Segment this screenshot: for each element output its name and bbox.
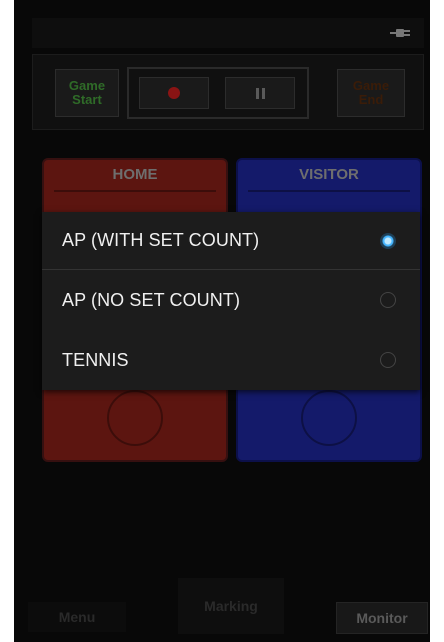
- status-bar: [32, 18, 424, 48]
- record-button[interactable]: [139, 77, 209, 109]
- monitor-label: Monitor: [356, 610, 408, 626]
- pause-icon: [255, 87, 265, 99]
- option-label: AP (NO SET COUNT): [62, 289, 241, 310]
- record-button-group: [127, 67, 309, 119]
- recording-control-panel: Game Start Game End: [32, 54, 424, 130]
- visitor-divider: [248, 190, 410, 192]
- record-icon: [168, 87, 180, 99]
- marking-button[interactable]: Marking: [178, 578, 284, 634]
- home-team-title: HOME: [112, 166, 158, 183]
- radio-unselected-icon[interactable]: [380, 352, 396, 368]
- game-start-label: Game Start: [68, 78, 106, 107]
- visitor-add-point-button[interactable]: [301, 390, 357, 446]
- marking-label: Marking: [204, 598, 258, 614]
- scoring-mode-dialog: AP (WITH SET COUNT) AP (NO SET COUNT) TE…: [42, 212, 420, 390]
- radio-unselected-icon[interactable]: [380, 292, 396, 308]
- home-add-point-button[interactable]: [107, 390, 163, 446]
- home-divider: [54, 190, 216, 192]
- menu-button[interactable]: Menu: [28, 602, 126, 632]
- game-start-button[interactable]: Game Start: [55, 69, 119, 117]
- game-end-button[interactable]: Game End: [337, 69, 405, 117]
- pause-button[interactable]: [225, 77, 295, 109]
- plug-icon: [390, 29, 410, 37]
- app-screen: Game Start Game End HOME VISITOR Menu Ma…: [14, 0, 430, 642]
- visitor-team-title: VISITOR: [299, 166, 359, 183]
- option-label: AP (WITH SET COUNT): [62, 230, 260, 250]
- option-ap-no-set-count[interactable]: AP (NO SET COUNT): [42, 271, 420, 329]
- menu-label: Menu: [58, 609, 96, 625]
- option-label: TENNIS: [62, 349, 129, 370]
- option-tennis[interactable]: TENNIS: [42, 330, 420, 390]
- monitor-button[interactable]: Monitor: [336, 602, 428, 634]
- option-ap-with-set-count[interactable]: AP (WITH SET COUNT): [42, 212, 420, 270]
- game-end-label: Game End: [352, 78, 390, 107]
- radio-selected-icon[interactable]: [380, 232, 396, 249]
